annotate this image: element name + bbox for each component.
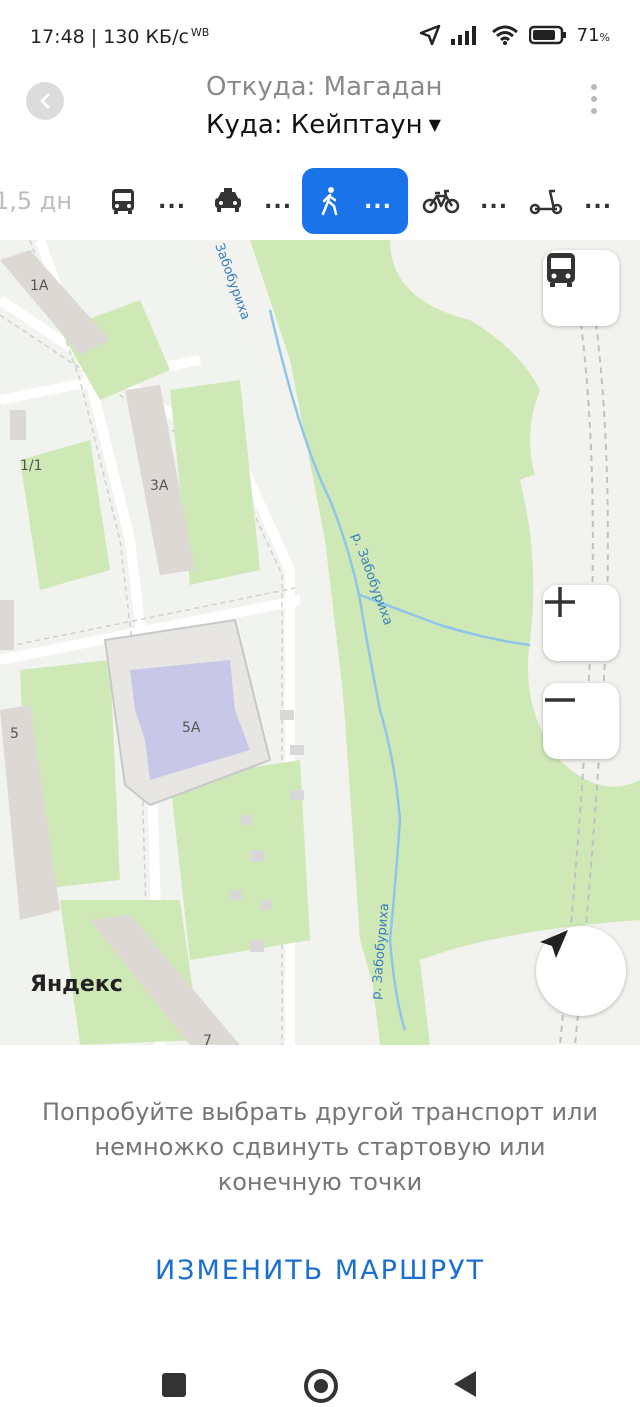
bus-time: ... — [158, 188, 187, 214]
walk-time: ... — [363, 188, 393, 214]
recent-apps-button[interactable] — [162, 1373, 186, 1397]
bus-icon — [112, 189, 134, 214]
wifi-icon — [491, 25, 518, 45]
map-label-1a: 1А — [30, 278, 49, 294]
mode-walk[interactable]: ... — [302, 168, 408, 234]
scooter-icon — [529, 189, 563, 215]
zoom-out-button[interactable] — [543, 683, 619, 759]
mode-scooter[interactable]: ... — [528, 168, 612, 234]
battery-percent: 71% — [576, 24, 610, 46]
route-header: Откуда: Магадан Куда: Кейптаун ▼ — [0, 72, 640, 164]
navigation-arrow-icon — [540, 930, 568, 958]
map-label-3a: 3А — [150, 478, 169, 494]
taxi-icon — [215, 188, 241, 212]
duration-label: 1,5 дн — [0, 187, 73, 215]
no-route-message: Попробуйте выбрать другой транспорт или … — [41, 1098, 599, 1196]
change-route-button[interactable]: ИЗМЕНИТЬ МАРШРУТ — [0, 1255, 640, 1286]
my-location-button[interactable] — [536, 926, 626, 1016]
map-label-5: 5 — [10, 726, 19, 742]
minus-icon — [545, 698, 575, 702]
status-bar: 17:48 | 130 КБ/с WB 71% — [0, 0, 640, 72]
to-field[interactable]: Куда: Кейптаун ▼ — [206, 110, 441, 140]
plus-icon — [545, 587, 575, 617]
caret-down-icon: ▼ — [428, 115, 441, 134]
bus-icon — [547, 253, 575, 287]
from-field[interactable]: Откуда: Магадан — [206, 72, 443, 102]
map-label-5a: 5А — [182, 720, 201, 736]
map-view[interactable]: 1А 1/1 3А 5А 5 7 Забобуриха р. Забобурих… — [0, 240, 640, 1045]
transport-mode-bar: 1,5 дн ... ... ... ... ... — [0, 164, 640, 240]
signal-icon — [450, 26, 476, 45]
bike-time: ... — [480, 188, 509, 214]
status-icons: 71% — [419, 24, 610, 46]
back-button[interactable] — [26, 82, 64, 120]
scooter-time: ... — [584, 188, 613, 214]
more-menu-button[interactable] — [584, 84, 604, 118]
chevron-left-icon — [40, 93, 50, 109]
carrier-tag: WB — [190, 26, 210, 39]
mode-bus[interactable]: ... — [108, 168, 186, 234]
transit-layer-button[interactable] — [543, 250, 619, 326]
home-button[interactable] — [304, 1369, 338, 1403]
mode-bike[interactable]: ... — [422, 168, 508, 234]
taxi-time: ... — [264, 188, 293, 214]
mode-duration[interactable]: 1,5 дн — [0, 168, 72, 234]
battery-icon — [528, 25, 566, 45]
zoom-in-button[interactable] — [543, 585, 619, 661]
location-arrow-icon — [419, 24, 440, 46]
map-label-7: 7 — [203, 1033, 212, 1045]
system-nav-bar — [0, 1345, 640, 1407]
status-time: 17:48 | 130 КБ/с WB — [30, 26, 210, 48]
yandex-logo: Яндекс — [30, 972, 123, 997]
map-label-1-1: 1/1 — [20, 458, 43, 474]
mode-taxi[interactable]: ... — [212, 168, 292, 234]
route-info-sheet: Попробуйте выбрать другой транспорт или … — [0, 1045, 640, 1345]
to-label: Куда: Кейптаун — [206, 110, 423, 140]
back-nav-button[interactable] — [454, 1371, 476, 1397]
walking-person-icon — [321, 187, 338, 216]
bicycle-icon — [422, 189, 460, 214]
